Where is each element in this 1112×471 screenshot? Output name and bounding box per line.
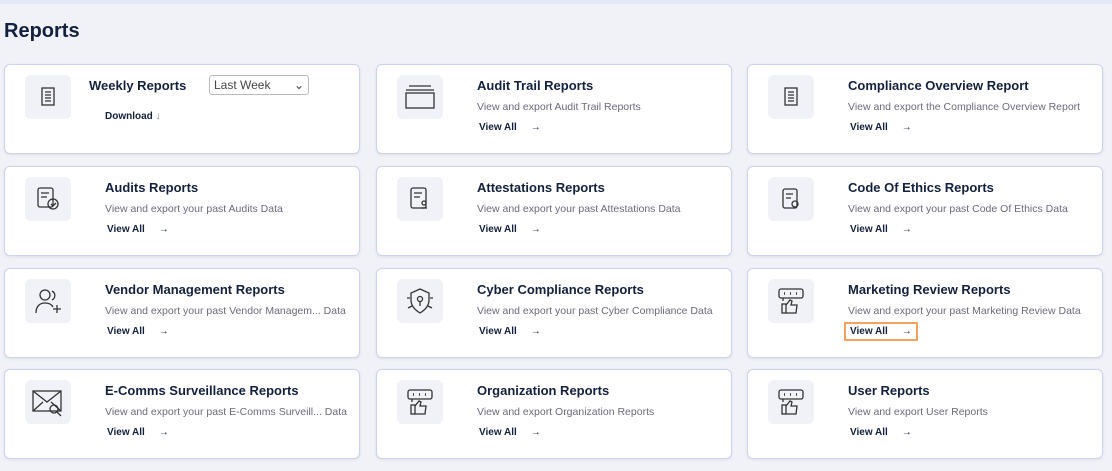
arrow-right-icon: → <box>901 224 912 235</box>
view-all-label: View All <box>850 326 888 337</box>
card-description: View and export your past Marketing Revi… <box>848 305 1081 317</box>
card-title: Compliance Overview Report <box>848 78 1029 93</box>
arrow-right-icon: → <box>158 326 169 337</box>
arrow-right-icon: → <box>901 122 912 133</box>
ethics-icon <box>768 177 814 221</box>
card-description: View and export your past Audits Data <box>105 203 283 215</box>
arrow-right-icon: → <box>158 427 169 438</box>
attestation-icon <box>397 177 443 221</box>
report-card: Vendor Management Reports View and expor… <box>4 268 360 358</box>
thumbs-up-review-icon <box>768 279 814 323</box>
arrow-right-icon: → <box>530 122 541 133</box>
report-card: Audit Trail Reports View and export Audi… <box>376 64 732 154</box>
card-description: View and export your past Cyber Complian… <box>477 305 713 317</box>
download-icon: ↓ <box>155 111 161 122</box>
view-all-label: View All <box>850 427 888 438</box>
report-card: Compliance Overview Report View and expo… <box>747 64 1103 154</box>
folder-icon <box>397 75 443 119</box>
audit-check-icon <box>25 177 71 221</box>
mail-search-icon <box>25 380 71 424</box>
report-card: Cyber Compliance Reports View and export… <box>376 268 732 358</box>
card-description: View and export the Compliance Overview … <box>848 101 1081 113</box>
card-title: Vendor Management Reports <box>105 282 285 297</box>
card-title: User Reports <box>848 383 930 398</box>
report-card: Attestations Reports View and export you… <box>376 166 732 256</box>
view-all-link[interactable]: View All → <box>844 423 918 442</box>
card-title: Code Of Ethics Reports <box>848 180 994 195</box>
arrow-right-icon: → <box>530 427 541 438</box>
arrow-right-icon: → <box>530 326 541 337</box>
view-all-label: View All <box>479 224 517 235</box>
arrow-right-icon: → <box>158 224 169 235</box>
view-all-label: View All <box>850 224 888 235</box>
thumbs-up-review-icon <box>768 380 814 424</box>
report-card: Code Of Ethics Reports View and export y… <box>747 166 1103 256</box>
view-all-link[interactable]: View All → <box>844 118 918 137</box>
card-title: Cyber Compliance Reports <box>477 282 644 297</box>
arrow-right-icon: → <box>901 326 912 337</box>
card-title: Audits Reports <box>105 180 199 195</box>
weekly-reports-card: Weekly Reports Last Week ⌄ Download ↓ <box>4 64 360 154</box>
add-user-icon <box>25 279 71 323</box>
arrow-right-icon: → <box>530 224 541 235</box>
view-all-label: View All <box>107 427 145 438</box>
report-card: Organization Reports View and export Org… <box>376 369 732 459</box>
card-description: View and export Audit Trail Reports <box>477 101 641 113</box>
card-description: View and export your past Attestations D… <box>477 203 681 215</box>
period-value: Last Week <box>214 78 271 92</box>
arrow-right-icon: → <box>901 427 912 438</box>
card-description: View and export User Reports <box>848 406 988 418</box>
report-card: User Reports View and export User Report… <box>747 369 1103 459</box>
card-title: E-Comms Surveillance Reports <box>105 383 299 398</box>
download-label: Download <box>105 111 153 122</box>
view-all-link[interactable]: View All → <box>101 322 175 341</box>
document-icon <box>25 75 71 119</box>
view-all-link[interactable]: View All → <box>473 423 547 442</box>
view-all-label: View All <box>107 224 145 235</box>
view-all-label: View All <box>479 326 517 337</box>
view-all-link[interactable]: View All → <box>473 118 547 137</box>
view-all-link[interactable]: View All → <box>473 220 547 239</box>
view-all-link[interactable]: View All → <box>844 220 918 239</box>
view-all-link[interactable]: View All → <box>844 322 918 341</box>
view-all-label: View All <box>850 122 888 133</box>
view-all-link[interactable]: View All → <box>101 220 175 239</box>
download-button[interactable]: Download ↓ <box>105 111 161 122</box>
view-all-link[interactable]: View All → <box>101 423 175 442</box>
shield-lock-icon <box>397 279 443 323</box>
view-all-label: View All <box>479 122 517 133</box>
card-title: Organization Reports <box>477 383 610 398</box>
page-title: Reports <box>4 20 80 42</box>
card-description: View and export your past Vendor Managem… <box>105 305 346 317</box>
document-icon <box>768 75 814 119</box>
card-title: Weekly Reports <box>89 78 187 93</box>
card-title: Audit Trail Reports <box>477 78 594 93</box>
card-description: View and export your past E-Comms Survei… <box>105 406 347 418</box>
report-card: Marketing Review Reports View and export… <box>747 268 1103 358</box>
chevron-down-icon: ⌄ <box>293 78 304 92</box>
card-description: View and export your past Code Of Ethics… <box>848 203 1068 215</box>
report-card: Audits Reports View and export your past… <box>4 166 360 256</box>
view-all-link[interactable]: View All → <box>473 322 547 341</box>
view-all-label: View All <box>107 326 145 337</box>
thumbs-up-review-icon <box>397 380 443 424</box>
report-card: E-Comms Surveillance Reports View and ex… <box>4 369 360 459</box>
card-title: Marketing Review Reports <box>848 282 1011 297</box>
period-select[interactable]: Last Week ⌄ <box>209 75 309 95</box>
card-title: Attestations Reports <box>477 180 605 195</box>
view-all-label: View All <box>479 427 517 438</box>
top-bar <box>0 0 1112 4</box>
card-description: View and export Organization Reports <box>477 406 655 418</box>
